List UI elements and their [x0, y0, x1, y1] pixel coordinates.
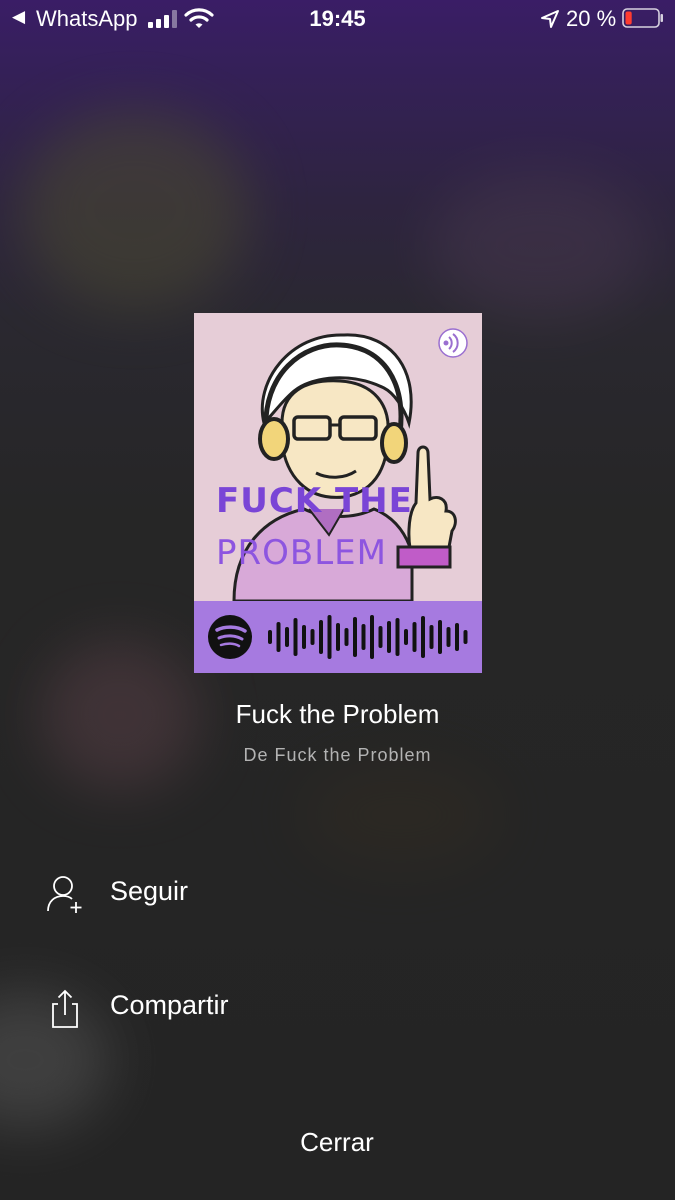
spotify-logo-icon: [208, 615, 252, 659]
cover-illustration: FUCK THE PROBLEM: [194, 313, 482, 603]
background-blur: [430, 170, 650, 320]
follow-button[interactable]: Seguir: [0, 858, 675, 928]
battery-icon: [622, 8, 663, 28]
status-bar: ◀ WhatsApp 19:45 20 %: [0, 0, 675, 40]
spotify-code-icon: [208, 615, 468, 659]
background-blur: [300, 760, 500, 870]
share-label: Compartir: [110, 990, 229, 1020]
share-button[interactable]: Compartir: [0, 972, 675, 1042]
background-blur: [20, 110, 250, 310]
follow-label: Seguir: [110, 876, 189, 906]
share-icon: [52, 989, 78, 1028]
add-person-icon: [47, 876, 82, 913]
cover-title-line-1: FUCK THE: [216, 481, 413, 521]
location-arrow-icon: [541, 10, 559, 28]
episode-title: Fuck the Problem: [235, 699, 440, 729]
close-button[interactable]: Cerrar: [237, 1118, 437, 1166]
episode-subtitle: De Fuck the Problem: [243, 745, 432, 765]
spotify-code-strip: [194, 601, 482, 673]
cover-title-line-2: PROBLEM: [216, 533, 387, 573]
podcast-cover-art: FUCK THE PROBLEM: [194, 313, 482, 673]
battery-percentage: 20 %: [566, 6, 617, 31]
